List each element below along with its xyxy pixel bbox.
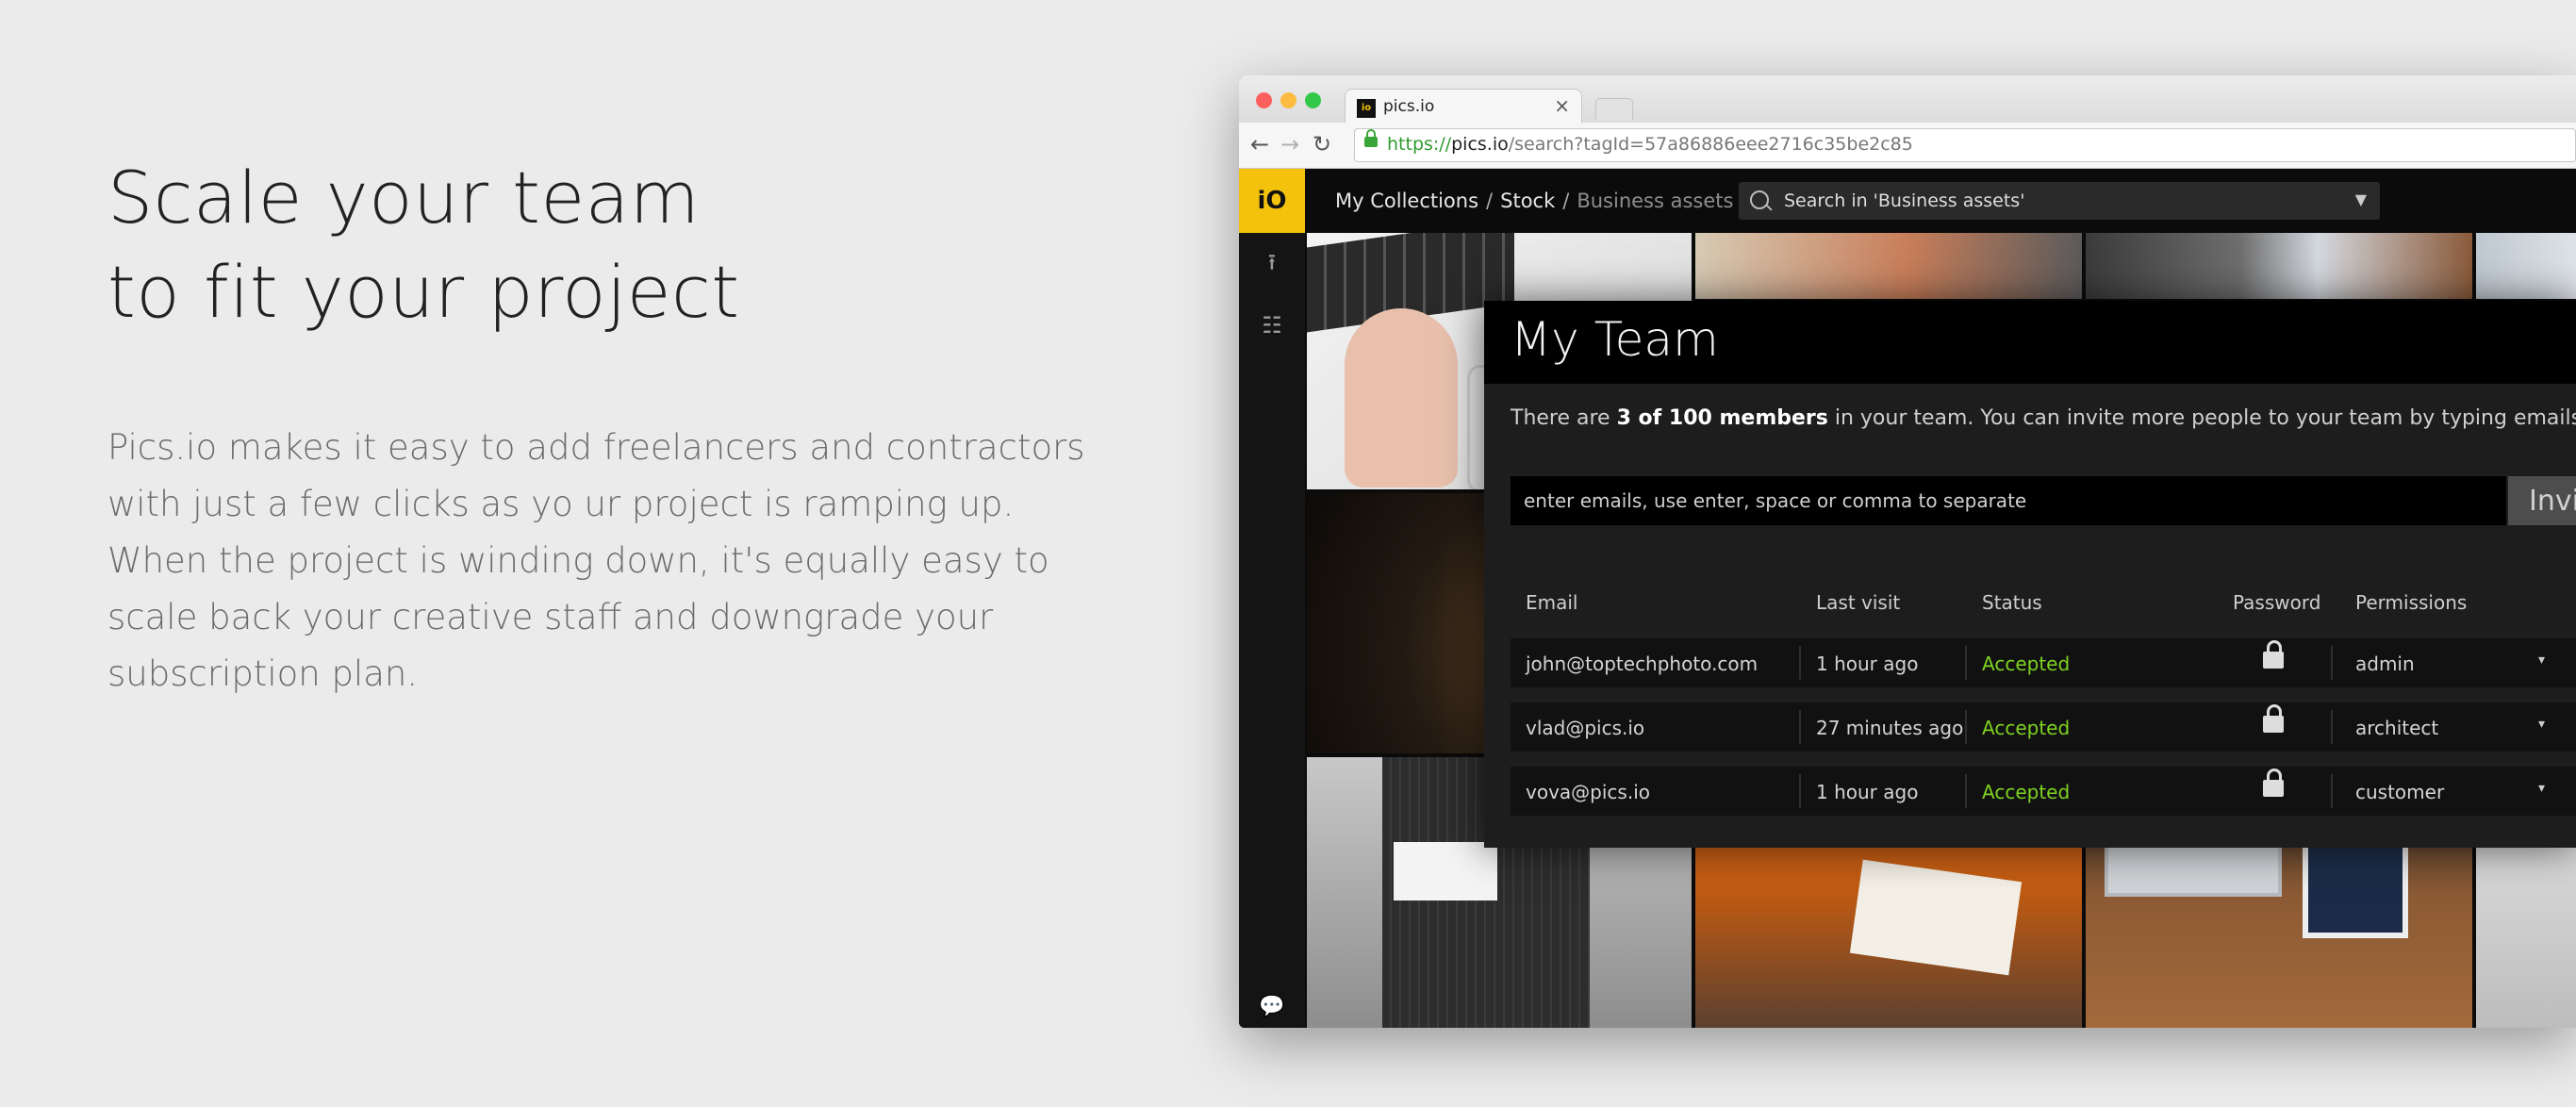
search-icon [1750, 190, 1769, 209]
row-email: vova@pics.io [1526, 781, 1650, 803]
row-email: vlad@pics.io [1526, 717, 1645, 739]
asset-thumbnail[interactable] [2086, 233, 2472, 299]
chevron-down-icon[interactable]: ▾ [2538, 781, 2545, 796]
back-arrow-icon[interactable]: ← [1250, 131, 1269, 157]
search-input[interactable]: Search in 'Business assets' ▼ [1739, 182, 2380, 220]
app-sidebar: iO ⭱ ☷ 💬 [1239, 169, 1305, 1028]
chat-icon[interactable]: 💬 [1239, 995, 1305, 1018]
chevron-down-icon[interactable]: ▾ [2538, 653, 2545, 668]
table-row[interactable]: vova@pics.io 1 hour ago Accepted custome… [1511, 767, 2576, 816]
row-permission[interactable]: admin [2355, 653, 2415, 675]
body-line-2: with just a few clicks as yo ur project … [107, 484, 1015, 524]
modal-title: My Team [1511, 312, 1719, 367]
column-divider [1799, 646, 1801, 680]
breadcrumb-separator: / [1486, 190, 1494, 212]
breadcrumb-my-collections[interactable]: My Collections [1335, 190, 1478, 212]
forward-arrow-icon[interactable]: → [1280, 131, 1299, 157]
pics-app: iO ⭱ ☷ 💬 My Collections / Stock / Business a… [1239, 169, 2576, 1028]
body-line-4: scale back your creative staff and downg… [107, 597, 994, 637]
browser-window: io pics.io × ← → ↻ https://pics.io/searc… [1239, 75, 2576, 1028]
body-line-1: Pics.io makes it easy to add freelancers… [107, 427, 1085, 468]
new-tab-button[interactable] [1595, 98, 1633, 120]
headline: Scale your team to fit your project [107, 151, 740, 339]
row-last-visit: 1 hour ago [1816, 781, 1919, 803]
window-zoom-button[interactable] [1305, 92, 1321, 108]
breadcrumb-separator: / [1562, 190, 1570, 212]
invite-button[interactable]: Invi [2508, 476, 2576, 525]
column-header-last-visit[interactable]: Last visit [1816, 591, 1900, 614]
app-logo[interactable]: iO [1239, 169, 1305, 233]
info-suffix: in your team. You can invite more people… [1834, 406, 2576, 430]
table-row[interactable]: vlad@pics.io 27 minutes ago Accepted arc… [1511, 702, 2576, 752]
address-bar[interactable]: https://pics.io/search?tagId=57a86886eee… [1354, 128, 2576, 162]
headline-line-1: Scale your team [107, 156, 701, 240]
column-divider [2331, 710, 2333, 744]
column-header-email[interactable]: Email [1526, 591, 1578, 614]
row-permission[interactable]: customer [2355, 781, 2444, 803]
close-icon[interactable]: × [1554, 94, 1570, 117]
breadcrumb-stock[interactable]: Stock [1500, 190, 1555, 212]
modal-header: My Team [1484, 301, 2576, 384]
favicon-icon: io [1357, 99, 1376, 118]
search-placeholder: Search in 'Business assets' [1784, 190, 2025, 211]
info-prefix: There are [1511, 406, 1617, 430]
body-line-3: When the project is winding down, it's e… [107, 540, 1049, 581]
column-divider [1965, 710, 1967, 744]
browser-toolbar: ← → ↻ https://pics.io/search?tagId=57a86… [1239, 123, 2576, 169]
chevron-down-icon[interactable]: ▾ [2538, 717, 2545, 732]
url-host: pics.io [1451, 134, 1509, 155]
url-path: /search?tagId=57a86886eee2716c35be2c85 [1508, 134, 1913, 155]
column-header-password[interactable]: Password [2233, 591, 2320, 614]
column-divider [1799, 710, 1801, 744]
headline-line-2: to fit your project [107, 250, 740, 334]
row-permission[interactable]: architect [2355, 717, 2438, 739]
lock-icon[interactable] [2263, 768, 2284, 797]
row-last-visit: 27 minutes ago [1816, 717, 1964, 739]
row-status: Accepted [1982, 717, 2071, 739]
reload-icon[interactable]: ↻ [1313, 131, 1331, 157]
team-modal: My Team There are 3 of 100 members in yo… [1484, 301, 2576, 848]
row-status: Accepted [1982, 653, 2071, 675]
url-scheme: https:// [1387, 134, 1452, 155]
upload-icon[interactable]: ⭱ [1239, 246, 1305, 285]
body-line-5: subscription plan. [107, 653, 419, 694]
column-divider [2331, 646, 2333, 680]
body-copy: Pics.io makes it easy to add freelancers… [107, 420, 1085, 702]
lock-icon[interactable] [2263, 640, 2284, 669]
asset-thumbnail[interactable] [1695, 233, 2082, 299]
column-divider [1965, 774, 1967, 808]
column-header-status[interactable]: Status [1982, 591, 2042, 614]
team-info-text: There are 3 of 100 members in your team.… [1511, 406, 2576, 430]
app-header: My Collections / Stock / Business assets Sea… [1305, 169, 2576, 233]
row-last-visit: 1 hour ago [1816, 653, 1919, 675]
breadcrumb-current: Business assets [1577, 190, 1734, 212]
row-status: Accepted [1982, 781, 2071, 803]
row-email: john@toptechphoto.com [1526, 653, 1759, 675]
column-divider [1965, 646, 1967, 680]
url-text: https://pics.io/search?tagId=57a86886eee… [1387, 134, 1913, 155]
asset-thumbnail[interactable] [2476, 233, 2576, 299]
column-divider [1799, 774, 1801, 808]
secure-lock-icon [1364, 129, 1378, 147]
column-divider [2331, 774, 2333, 808]
tree-icon[interactable]: ☷ [1239, 312, 1305, 339]
invite-email-input[interactable] [1511, 476, 2506, 525]
column-header-permissions[interactable]: Permissions [2355, 591, 2467, 614]
breadcrumb: My Collections / Stock / Business assets [1335, 190, 1733, 212]
browser-titlebar: io pics.io × [1239, 75, 2576, 125]
member-count: 3 of 100 members [1616, 406, 1828, 430]
lock-icon[interactable] [2263, 704, 2284, 733]
table-row[interactable]: john@toptechphoto.com 1 hour ago Accepte… [1511, 638, 2576, 687]
chevron-down-icon[interactable]: ▼ [2355, 190, 2367, 208]
browser-tab[interactable]: io pics.io × [1345, 89, 1582, 125]
window-minimize-button[interactable] [1280, 92, 1296, 108]
tab-title: pics.io [1383, 97, 1435, 116]
window-close-button[interactable] [1256, 92, 1272, 108]
